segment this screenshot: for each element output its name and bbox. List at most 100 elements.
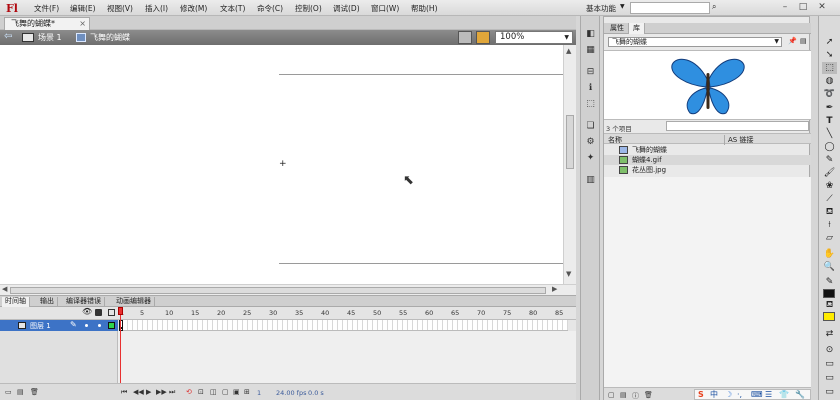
pin-icon[interactable]: 📌 [788, 37, 797, 45]
tab-output[interactable]: 输出 [37, 297, 58, 307]
new-library-panel-icon[interactable]: ▤ [800, 37, 807, 45]
code-snippets-icon[interactable]: ❏ [584, 120, 597, 132]
lock-dot[interactable] [98, 324, 101, 327]
menu-edit[interactable]: 编辑(E) [70, 3, 96, 14]
first-frame-icon[interactable]: ⏮ [121, 388, 127, 397]
eraser-tool-icon[interactable]: ▱ [822, 232, 837, 244]
keyboard-icon[interactable]: ⌨ [751, 390, 763, 400]
onion-skin-icon[interactable]: ◫ [210, 388, 217, 396]
library-item[interactable]: 蝴蝶4.gif [604, 155, 811, 165]
wrench-icon[interactable]: 🔧 [795, 390, 805, 400]
motion-presets-icon[interactable]: ✦ [584, 152, 597, 164]
eyedropper-tool-icon[interactable]: ⟊ [822, 219, 837, 231]
info-panel-icon[interactable]: ℹ [584, 82, 597, 94]
scroll-right-icon[interactable]: ▶ [552, 285, 557, 293]
sogou-ime-icon[interactable]: S [698, 390, 704, 400]
delete-layer-icon[interactable]: 🗑 [30, 388, 39, 396]
color-panel-icon[interactable]: ◧ [584, 28, 597, 40]
stage-canvas[interactable]: + ⬉ [0, 45, 563, 284]
menu-control[interactable]: 控制(O) [295, 3, 322, 14]
back-arrow-icon[interactable]: ⇦ [4, 31, 12, 42]
paint-bucket-tool-icon[interactable]: ⛾ [822, 206, 837, 218]
punctuation-icon[interactable]: ·, [737, 390, 742, 400]
chevron-down-icon[interactable]: ▼ [564, 32, 569, 43]
help-search-input[interactable] [630, 2, 710, 14]
selection-tool-icon[interactable]: ➚ [822, 36, 837, 48]
new-folder-icon[interactable]: ▤ [620, 391, 627, 399]
stroke-color-swatch[interactable] [823, 289, 835, 298]
symbol-breadcrumb[interactable]: 飞舞的蝴蝶 [90, 32, 130, 43]
frame-ruler[interactable]: 1 5 10 15 20 25 30 35 40 45 50 55 60 65 … [118, 307, 568, 320]
snap-to-objects-icon[interactable]: ⊙ [822, 344, 837, 356]
option-2-icon[interactable]: ▭ [822, 372, 837, 384]
scroll-down-icon[interactable]: ▼ [566, 270, 571, 278]
free-transform-tool-icon[interactable]: ⬚ [822, 62, 837, 74]
scroll-up-icon[interactable]: ▲ [566, 47, 571, 55]
current-frame[interactable]: 1 [257, 389, 261, 397]
project-panel-icon[interactable]: ▥ [584, 174, 597, 186]
play-icon[interactable]: ▶ [146, 388, 151, 396]
brush-tool-icon[interactable]: 🖌 [822, 167, 837, 179]
transform-panel-icon[interactable]: ⬚ [584, 98, 597, 110]
edit-symbol-button[interactable] [476, 31, 490, 44]
modify-markers-icon[interactable]: ⊞ [244, 388, 250, 396]
moon-icon[interactable]: ☽ [725, 390, 732, 400]
new-symbol-icon[interactable]: ▢ [608, 391, 615, 399]
stage-horizontal-scrollbar[interactable]: ◀ ▶ [0, 284, 576, 295]
menu-view[interactable]: 视图(V) [107, 3, 133, 14]
lock-icon[interactable] [95, 309, 102, 316]
option-3-icon[interactable]: ▭ [822, 386, 837, 398]
fill-color-swatch[interactable] [823, 312, 835, 321]
tab-library[interactable]: 库 [629, 23, 645, 34]
library-item[interactable]: 花丛图.jpg [604, 165, 811, 175]
3d-rotation-tool-icon[interactable]: ◍ [822, 75, 837, 87]
layer-name[interactable]: 图层 1 [30, 321, 51, 331]
layer-outline-color[interactable] [108, 322, 115, 329]
menu-insert[interactable]: 插入(I) [145, 3, 168, 14]
step-forward-icon[interactable]: ▶▶ [156, 388, 167, 396]
vertical-scroll-thumb[interactable] [566, 115, 574, 169]
edit-scene-button[interactable] [458, 31, 472, 44]
scene-breadcrumb[interactable]: 场景 1 [38, 32, 62, 43]
tab-properties[interactable]: 属性 [606, 23, 629, 34]
close-icon[interactable]: × [79, 18, 86, 30]
workspace-switcher[interactable]: 基本功能 [586, 3, 616, 14]
loop-icon[interactable]: ⟲ [186, 388, 192, 396]
menu-window[interactable]: 窗口(W) [371, 3, 399, 14]
pencil-tool-icon[interactable]: ✎ [822, 154, 837, 166]
eye-icon[interactable]: 👁 [82, 307, 92, 316]
maximize-button[interactable]: □ [796, 1, 810, 13]
swatches-panel-icon[interactable]: ▦ [584, 44, 597, 56]
zoom-select[interactable]: 100% ▼ [495, 31, 573, 44]
minimize-button[interactable]: – [778, 1, 792, 13]
library-item[interactable]: 飞舞的蝴蝶 [604, 145, 811, 155]
center-frame-icon[interactable]: ⊡ [198, 388, 204, 396]
menu-text[interactable]: 文本(T) [220, 3, 245, 14]
menu-icon[interactable]: ☰ [765, 390, 772, 400]
tab-timeline[interactable]: 时间轴 [2, 297, 30, 307]
close-window-button[interactable]: ✕ [815, 1, 829, 13]
skin-icon[interactable]: 👕 [779, 390, 789, 400]
stage-vertical-scrollbar[interactable]: ▲ ▼ [563, 45, 576, 284]
horizontal-scroll-thumb[interactable] [10, 287, 546, 294]
layer-row[interactable]: 图层 1 ✎ [0, 320, 118, 331]
menu-file[interactable]: 文件(F) [34, 3, 59, 14]
deco-tool-icon[interactable]: ❀ [822, 180, 837, 192]
library-document-select[interactable]: 飞舞的蝴蝶 ▼ [608, 37, 782, 47]
frame-rate[interactable]: 24.00 fps [276, 389, 306, 397]
step-back-icon[interactable]: ◀◀ [133, 388, 144, 396]
new-layer-icon[interactable]: ▭ [5, 388, 12, 396]
menu-modify[interactable]: 修改(M) [180, 3, 207, 14]
swap-colors-icon[interactable]: ⇄ [822, 328, 837, 340]
document-tab[interactable]: 飞舞的蝴蝶* × [4, 17, 90, 30]
menu-debug[interactable]: 调试(D) [333, 3, 360, 14]
pen-tool-icon[interactable]: ✒ [822, 102, 837, 114]
menu-commands[interactable]: 命令(C) [257, 3, 283, 14]
ime-mode-label[interactable]: 中 [710, 390, 718, 400]
column-linkage[interactable]: AS 链接 [724, 135, 753, 145]
scroll-left-icon[interactable]: ◀ [2, 285, 7, 293]
delete-icon[interactable]: 🗑 [644, 391, 653, 399]
text-tool-icon[interactable]: T [822, 115, 837, 127]
playhead[interactable] [118, 307, 123, 393]
search-icon[interactable]: ⌕ [712, 2, 716, 12]
